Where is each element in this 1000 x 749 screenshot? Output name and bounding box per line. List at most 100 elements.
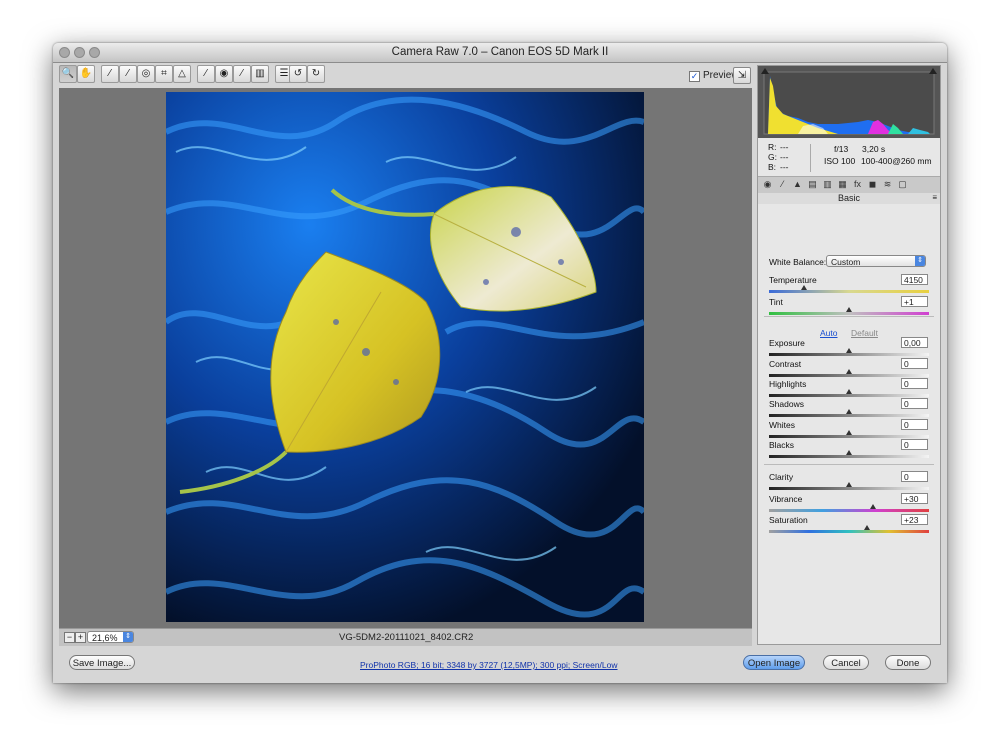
slider-thumb[interactable]	[870, 504, 876, 509]
camera-info: R: --- G: --- B: --- f/13 3,20 s ISO 100…	[758, 140, 940, 178]
open-image-button[interactable]: Open Image	[743, 655, 805, 670]
slider-label: Whites	[769, 420, 795, 430]
zoom-in-button[interactable]: +	[75, 632, 86, 643]
adjustment-brush-icon[interactable]: ⁄	[233, 65, 251, 83]
slider-value-field[interactable]: 0	[901, 398, 928, 409]
white-balance-label: White Balance:	[769, 257, 827, 267]
preview-checkbox[interactable]: ✓	[689, 71, 700, 82]
histogram-graph	[761, 68, 937, 135]
histogram	[758, 66, 940, 138]
preview-toggle[interactable]: ✓ Preview	[689, 70, 739, 82]
targeted-adjustment-tool-icon[interactable]: ◎	[137, 65, 155, 83]
slider-label: Contrast	[769, 359, 802, 369]
panel-title-text: Basic	[837, 193, 860, 203]
rotate-right-icon[interactable]: ↻	[307, 65, 325, 83]
slider-value-field[interactable]: 0	[901, 378, 928, 389]
slider-thumb[interactable]	[846, 482, 852, 487]
spot-removal-tool-icon[interactable]: ⁄	[197, 65, 215, 83]
zoom-out-button[interactable]: −	[64, 632, 75, 643]
slider-value-field[interactable]: 0	[901, 471, 928, 482]
slider-track[interactable]	[769, 353, 929, 356]
slider-value-field[interactable]: +30	[901, 493, 928, 504]
slider-thumb[interactable]	[846, 450, 852, 455]
slider-track[interactable]	[769, 487, 929, 490]
color-sampler-tool-icon[interactable]: ⁄	[119, 65, 137, 83]
slider-value-field[interactable]: 4150	[901, 274, 928, 285]
white-balance-select[interactable]: Custom ⇕	[826, 255, 926, 267]
slider-label: Blacks	[769, 440, 795, 450]
g-value: ---	[780, 152, 789, 162]
done-button[interactable]: Done	[885, 655, 931, 670]
effects-tab-icon[interactable]: fx	[852, 179, 863, 190]
slider-label: Tint	[769, 297, 783, 307]
zoom-level-select[interactable]: 21,6% ⇕	[87, 631, 134, 643]
separator	[764, 316, 934, 317]
r-label: R:	[768, 142, 777, 152]
workflow-options-link[interactable]: ProPhoto RGB; 16 bit; 3348 by 3727 (12,5…	[360, 660, 618, 670]
split-toning-tab-icon[interactable]: ▥	[822, 179, 833, 190]
cancel-button[interactable]: Cancel	[823, 655, 869, 670]
slider-track[interactable]	[769, 509, 929, 512]
photo-preview	[166, 92, 644, 622]
slider-value-field[interactable]: +23	[901, 514, 928, 525]
hand-tool-icon[interactable]: ✋	[77, 65, 95, 83]
slider-thumb[interactable]	[801, 285, 808, 290]
slider-track[interactable]	[769, 394, 929, 397]
slider-label: Vibrance	[769, 494, 803, 504]
slider-value-field[interactable]: 0	[901, 358, 928, 369]
graduated-filter-icon[interactable]: ▥	[251, 65, 269, 83]
rotate-left-icon[interactable]: ↺	[289, 65, 307, 83]
basic-tab-icon[interactable]: ◉	[762, 179, 773, 190]
tone-curve-tab-icon[interactable]: ⁄	[777, 179, 788, 190]
slider-label: Clarity	[769, 472, 794, 482]
slider-label: Exposure	[769, 338, 805, 348]
crop-tool-icon[interactable]: ⌗	[155, 65, 173, 83]
save-image-button[interactable]: Save Image...	[69, 655, 135, 670]
slider-thumb[interactable]	[846, 348, 852, 353]
file-name: VG-5DM2-20111021_8402.CR2	[339, 632, 474, 643]
panel-title: Basic ≡	[758, 193, 940, 204]
hsl-tab-icon[interactable]: ▤	[807, 179, 818, 190]
chevron-updown-icon: ⇕	[915, 256, 925, 266]
presets-tab-icon[interactable]: ≋	[882, 179, 893, 190]
slider-value-field[interactable]: 0	[901, 439, 928, 450]
slider-thumb[interactable]	[846, 430, 852, 435]
slider-track[interactable]	[769, 290, 929, 293]
slider-label: Highlights	[769, 379, 807, 389]
slider-value-field[interactable]: 0,00	[901, 337, 928, 348]
r-value: ---	[780, 142, 789, 152]
slider-label: Shadows	[769, 399, 804, 409]
slider-track[interactable]	[769, 312, 929, 315]
b-label: B:	[768, 162, 777, 172]
zoom-tool-icon[interactable]: 🔍	[59, 65, 77, 83]
image-canvas[interactable]	[59, 88, 752, 628]
slider-thumb[interactable]	[846, 307, 852, 312]
slider-track[interactable]	[769, 455, 929, 458]
camera-calibration-tab-icon[interactable]: ◼	[867, 179, 878, 190]
slider-thumb[interactable]	[864, 525, 871, 530]
fullscreen-icon[interactable]: ⇲	[733, 67, 751, 84]
slider-thumb[interactable]	[846, 389, 852, 394]
detail-tab-icon[interactable]: ▲	[792, 179, 803, 190]
red-eye-tool-icon[interactable]: ◉	[215, 65, 233, 83]
slider-thumb[interactable]	[846, 369, 852, 374]
default-link[interactable]: Default	[851, 328, 878, 338]
panel-menu-icon[interactable]: ≡	[932, 193, 937, 202]
zoom-level-value: 21,6%	[92, 633, 118, 643]
b-value: ---	[780, 162, 789, 172]
camera-raw-window: Camera Raw 7.0 – Canon EOS 5D Mark II 🔍 ✋…	[53, 43, 947, 683]
slider-track[interactable]	[769, 374, 929, 377]
g-label: G:	[768, 152, 777, 162]
slider-track[interactable]	[769, 435, 929, 438]
slider-value-field[interactable]: 0	[901, 419, 928, 430]
chevron-updown-icon: ⇕	[123, 632, 133, 642]
snapshots-tab-icon[interactable]: ▢	[897, 179, 908, 190]
slider-track[interactable]	[769, 414, 929, 417]
slider-track[interactable]	[769, 530, 929, 533]
lens-corrections-tab-icon[interactable]: ▦	[837, 179, 848, 190]
slider-thumb[interactable]	[846, 409, 852, 414]
white-balance-tool-icon[interactable]: ⁄	[101, 65, 119, 83]
auto-link[interactable]: Auto	[820, 328, 838, 338]
slider-value-field[interactable]: +1	[901, 296, 928, 307]
straighten-tool-icon[interactable]: △	[173, 65, 191, 83]
